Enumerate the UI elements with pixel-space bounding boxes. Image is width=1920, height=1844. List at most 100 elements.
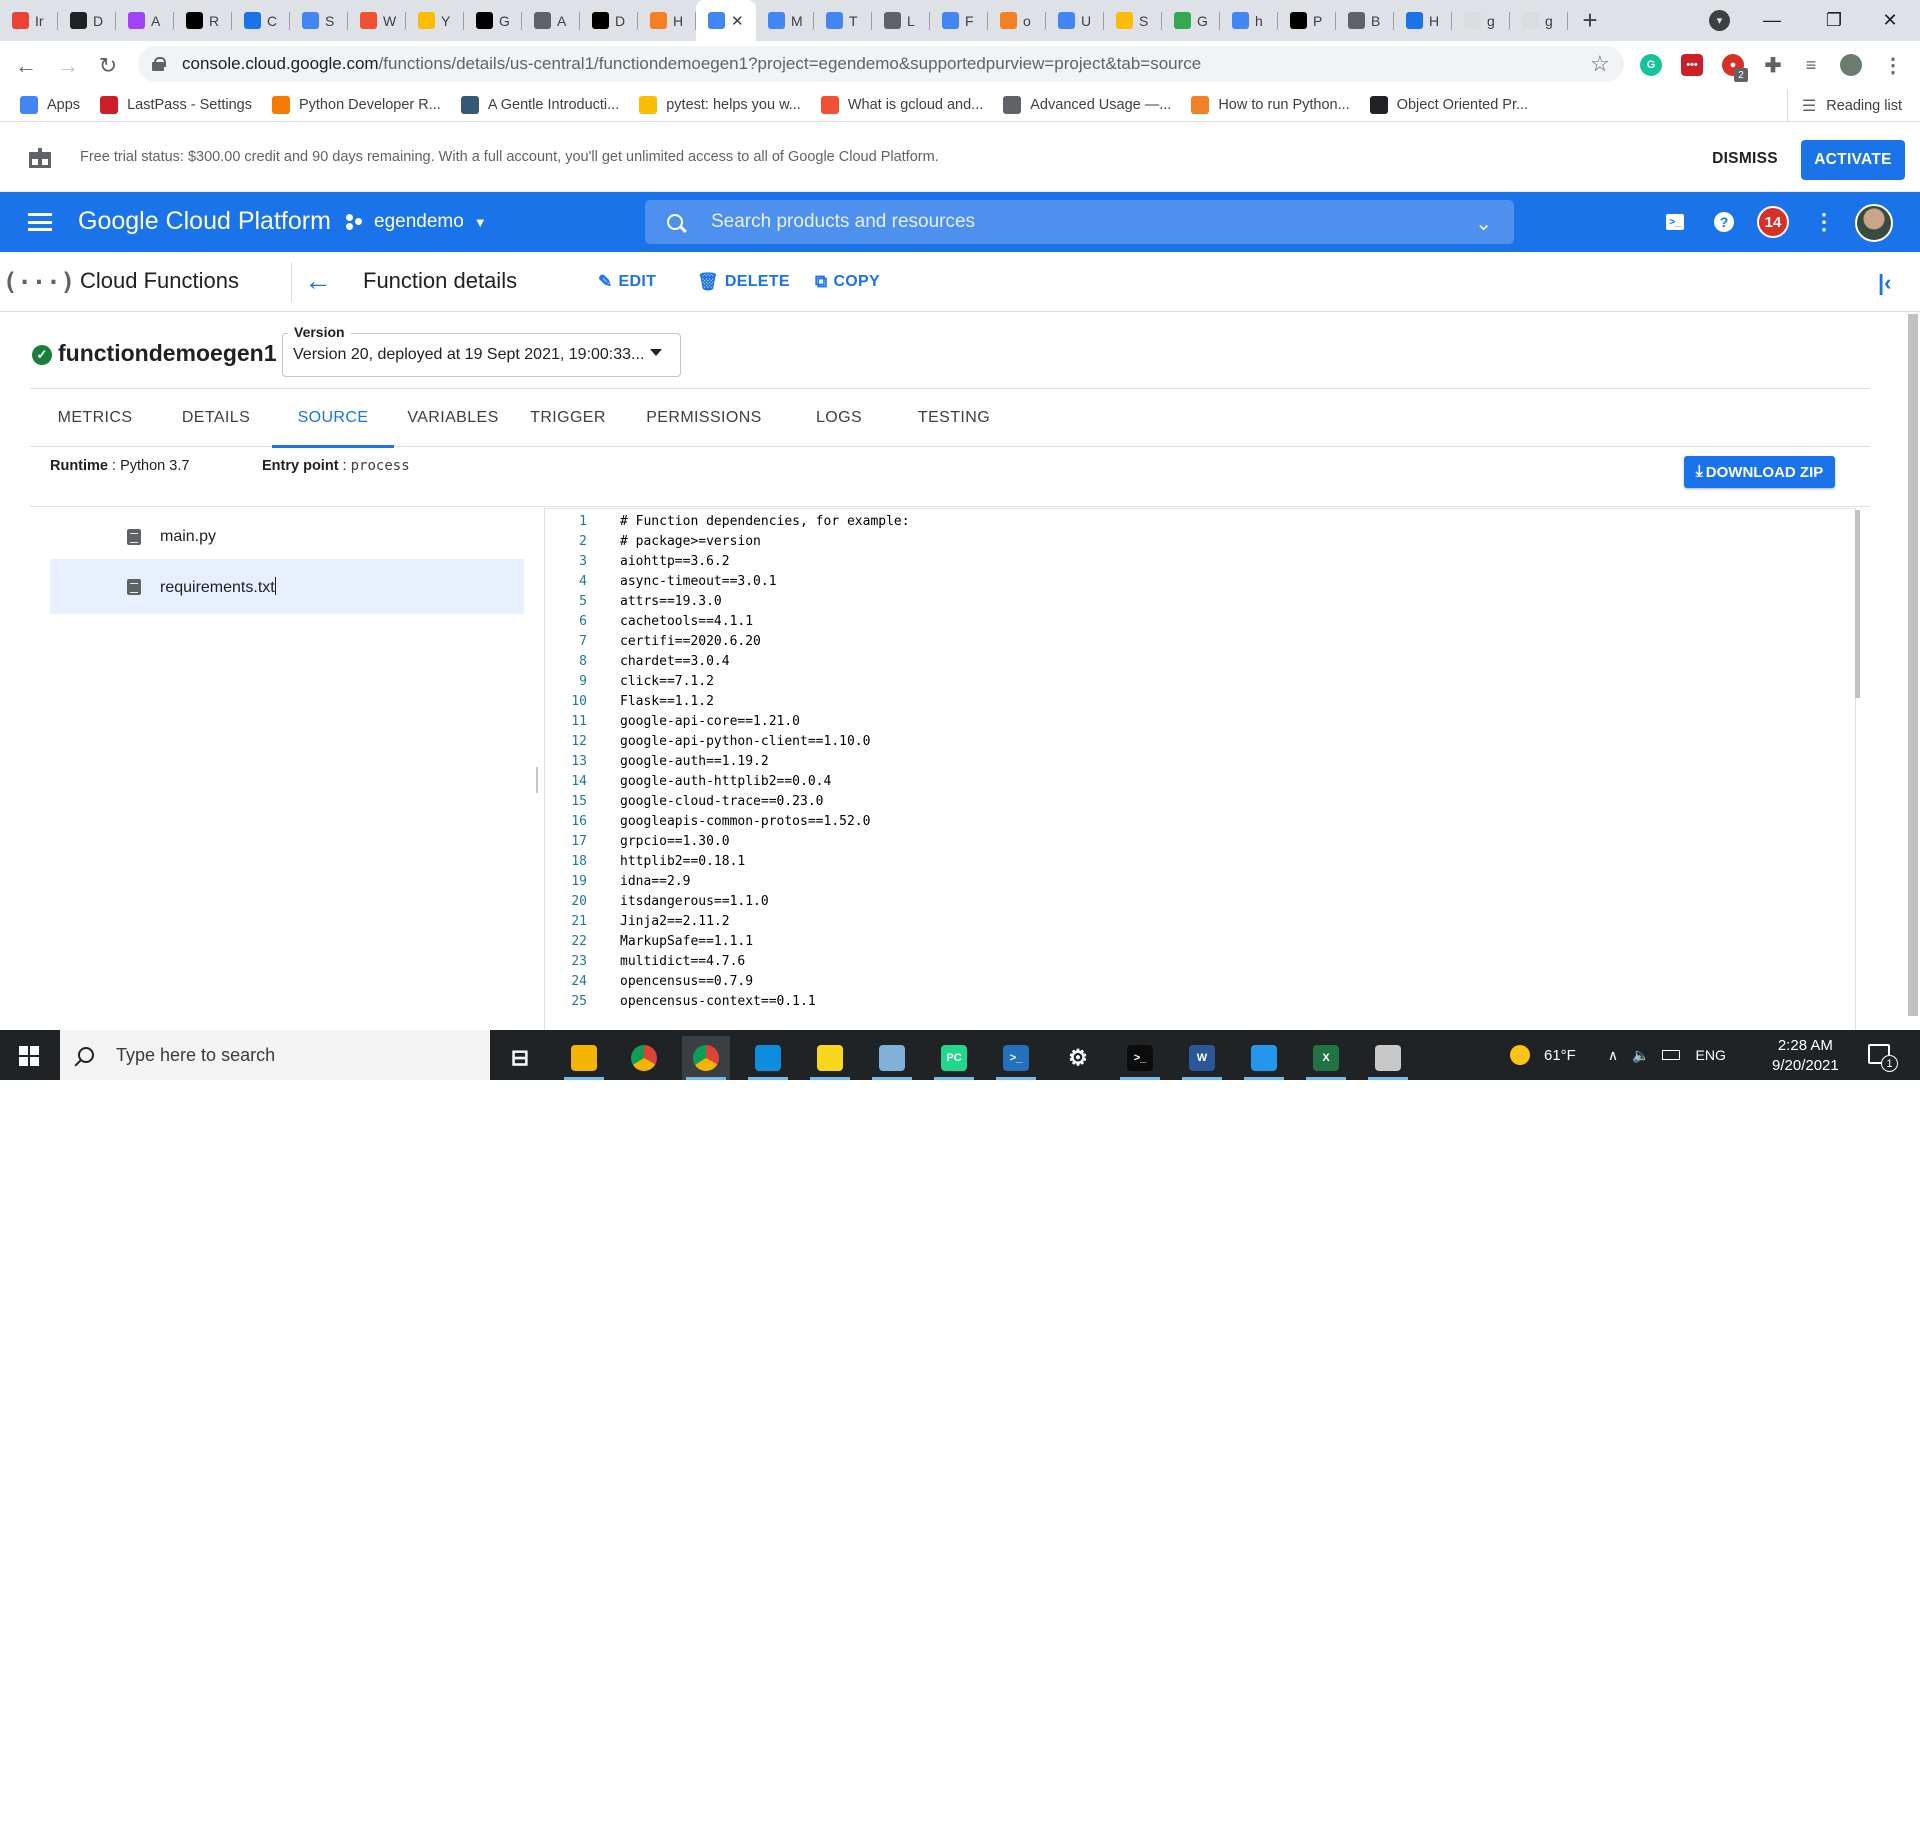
bookmark-star-icon[interactable]: ☆ — [1590, 51, 1610, 77]
reload-icon[interactable]: ↻ — [92, 50, 124, 82]
browser-tab[interactable]: U — [1046, 0, 1104, 41]
taskbar-app[interactable]: >_ — [992, 1036, 1040, 1080]
project-picker[interactable]: egendemo ▼ — [346, 211, 487, 233]
bookmark-item[interactable]: LastPass - Settings — [80, 89, 252, 122]
dismiss-button[interactable]: DISMISS — [1700, 140, 1790, 178]
weather-moon-icon[interactable] — [1510, 1045, 1530, 1065]
reading-list-button[interactable]: ☰ Reading list — [1786, 89, 1902, 122]
taskbar-app[interactable]: W — [1178, 1036, 1226, 1080]
browser-tab[interactable]: D — [580, 0, 638, 41]
tab-details[interactable]: DETAILS — [160, 389, 272, 447]
tab-variables[interactable]: VARIABLES — [394, 389, 512, 447]
profile-avatar[interactable] — [1840, 54, 1862, 76]
language-indicator[interactable]: ENG — [1696, 1047, 1726, 1063]
tab-logs[interactable]: LOGS — [784, 389, 894, 447]
browser-tab[interactable]: h — [1220, 0, 1278, 41]
browser-tab[interactable]: W — [348, 0, 406, 41]
close-window-icon[interactable]: ✕ — [1862, 0, 1918, 41]
close-icon[interactable]: ✕ — [731, 12, 744, 30]
browser-tab[interactable]: B — [1336, 0, 1394, 41]
bookmark-item[interactable]: Advanced Usage —... — [983, 89, 1171, 122]
chevron-down-icon[interactable]: ⌄ — [1475, 211, 1492, 236]
bookmark-item[interactable]: How to run Python... — [1171, 89, 1350, 122]
forward-arrow-icon[interactable]: → — [52, 50, 84, 82]
browser-tab[interactable]: F — [930, 0, 988, 41]
tab-trigger[interactable]: TRIGGER — [512, 389, 624, 447]
bookmark-item[interactable]: Python Developer R... — [252, 89, 441, 122]
chevron-up-icon[interactable]: ∧ — [1608, 1047, 1618, 1064]
taskbar-app[interactable]: X — [1302, 1036, 1350, 1080]
taskbar-app[interactable]: ⚙ — [1054, 1036, 1102, 1080]
lastpass-icon[interactable]: ••• — [1681, 54, 1703, 76]
collapse-panel-icon[interactable]: |‹ — [1878, 270, 1891, 296]
back-arrow-icon[interactable]: ← — [304, 265, 332, 297]
browser-tab[interactable]: A — [116, 0, 174, 41]
activate-button[interactable]: ACTIVATE — [1801, 140, 1905, 180]
taskbar-app[interactable]: ⊟ — [496, 1036, 544, 1080]
browser-tab[interactable]: S — [1104, 0, 1162, 41]
taskbar-app[interactable] — [868, 1036, 916, 1080]
copy-button[interactable]: ⧉ COPY — [815, 272, 880, 292]
windows-start-icon[interactable] — [19, 1046, 39, 1066]
taskbar-app[interactable] — [620, 1036, 668, 1080]
address-bar[interactable]: console.cloud.google.com/functions/detai… — [138, 46, 1624, 82]
taskbar-app[interactable] — [806, 1036, 854, 1080]
tab-source[interactable]: SOURCE — [272, 389, 394, 448]
more-vert-icon[interactable]: ⋮ — [1811, 209, 1837, 235]
file-tree-item[interactable]: main.py — [50, 509, 524, 564]
taskbar-app[interactable] — [560, 1036, 608, 1080]
browser-tab[interactable]: L — [872, 0, 930, 41]
taskbar-app[interactable] — [682, 1036, 730, 1080]
system-clock[interactable]: 2:28 AM 9/20/2021 — [1772, 1036, 1839, 1076]
editor-scrollbar-thumb[interactable] — [1855, 510, 1860, 698]
page-scrollbar[interactable] — [1908, 314, 1918, 1016]
browser-tab[interactable]: H — [638, 0, 696, 41]
browser-tab[interactable]: T — [814, 0, 872, 41]
grammarly-icon[interactable]: G — [1640, 54, 1662, 76]
gcp-title[interactable]: Google Cloud Platform — [78, 207, 331, 236]
minimize-icon[interactable]: — — [1744, 0, 1800, 41]
browser-menu-icon[interactable]: ⋮ — [1882, 54, 1904, 77]
browser-tab[interactable]: P — [1278, 0, 1336, 41]
browser-tab[interactable]: M — [756, 0, 814, 41]
taskbar-app[interactable]: PC — [930, 1036, 978, 1080]
tab-testing[interactable]: TESTING — [894, 389, 1014, 447]
browser-tab[interactable]: g — [1510, 0, 1568, 41]
browser-tab[interactable]: Y — [406, 0, 464, 41]
bookmark-item[interactable]: pytest: helps you w... — [619, 89, 801, 122]
tab-permissions[interactable]: PERMISSIONS — [624, 389, 784, 447]
delete-button[interactable]: 🗑 DELETE — [697, 272, 790, 292]
new-tab-plus-icon[interactable]: + — [1568, 0, 1612, 41]
tab-metrics[interactable]: METRICS — [30, 389, 160, 447]
temperature[interactable]: 61°F — [1544, 1047, 1576, 1064]
hamburger-menu-icon[interactable] — [28, 213, 52, 231]
browser-tab[interactable]: g — [1452, 0, 1510, 41]
search-input[interactable]: Search products and resources ⌄ — [645, 200, 1514, 244]
taskbar-app[interactable] — [1364, 1036, 1412, 1080]
code-editor[interactable]: 1 # Function dependencies, for example: 2 #… — [544, 508, 1860, 1030]
browser-tab[interactable]: C — [232, 0, 290, 41]
pane-resize-handle[interactable] — [536, 767, 538, 793]
edit-button[interactable]: ✎ EDIT — [598, 272, 656, 292]
volume-icon[interactable]: 🔈 — [1632, 1047, 1649, 1064]
avatar[interactable] — [1855, 204, 1893, 242]
dropdown-caret-icon[interactable] — [650, 349, 662, 356]
tab-search-icon[interactable]: ▾ — [1709, 10, 1730, 31]
help-icon[interactable]: ? — [1711, 209, 1737, 235]
media-queue-icon[interactable]: ≡ — [1800, 54, 1822, 76]
bookmark-item[interactable]: Object Oriented Pr... — [1350, 89, 1528, 122]
browser-tab[interactable]: G — [464, 0, 522, 41]
taskbar-app[interactable]: >_ — [1116, 1036, 1164, 1080]
taskbar-search-input[interactable]: Type here to search — [60, 1030, 490, 1080]
browser-tab[interactable]: o — [988, 0, 1046, 41]
bookmark-item[interactable]: What is gcloud and... — [801, 89, 983, 122]
browser-tab[interactable]: G — [1162, 0, 1220, 41]
browser-tab[interactable]: D — [58, 0, 116, 41]
bookmark-item[interactable]: A Gentle Introducti... — [441, 89, 619, 122]
cloud-shell-icon[interactable]: >_ — [1662, 209, 1688, 235]
product-name[interactable]: Cloud Functions — [80, 268, 239, 294]
browser-tab[interactable]: Ir — [0, 0, 58, 41]
extensions-puzzle-icon[interactable]: ✚ — [1762, 54, 1784, 77]
browser-tab[interactable]: ✕ — [696, 0, 756, 41]
back-arrow-icon[interactable]: ← — [10, 50, 42, 82]
